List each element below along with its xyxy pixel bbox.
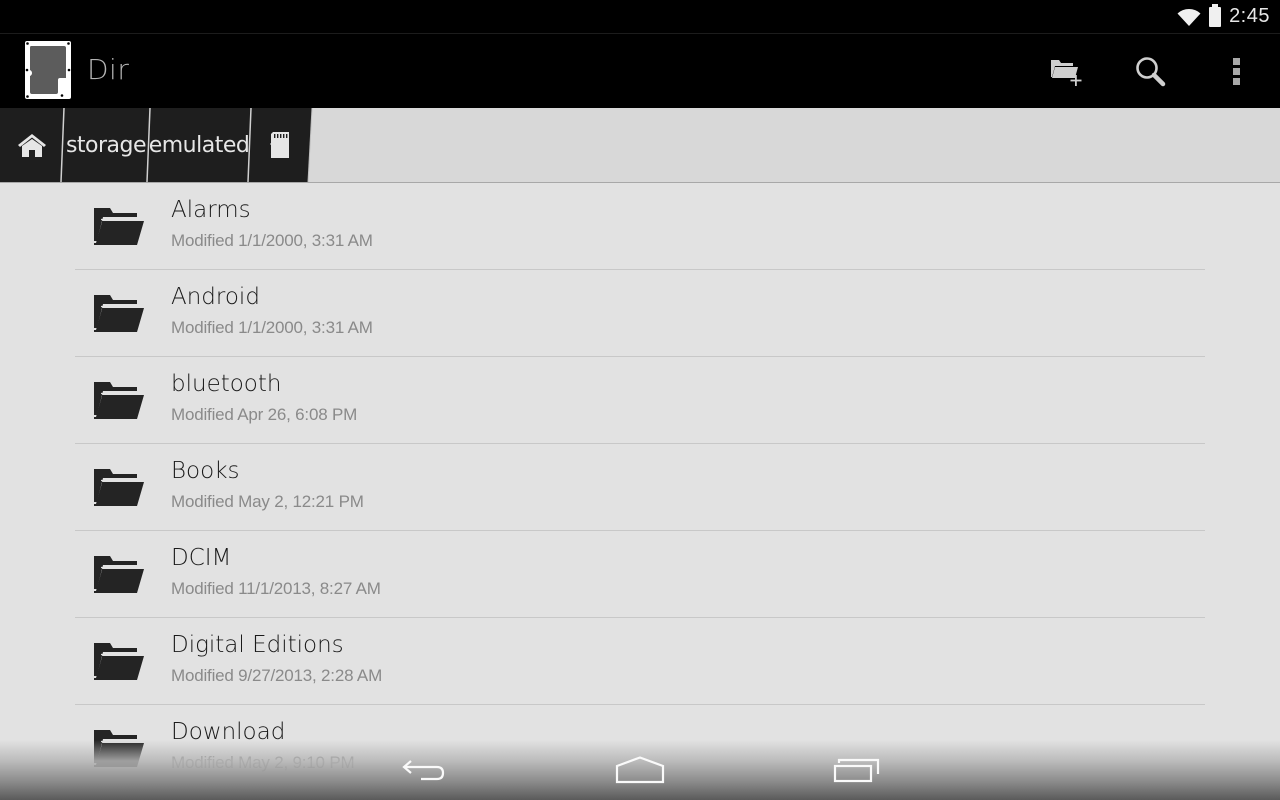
breadcrumb-emulated[interactable]: emulated <box>149 108 250 182</box>
more-vertical-icon <box>1233 58 1240 85</box>
search-icon <box>1136 57 1166 87</box>
breadcrumb-storage[interactable]: storage <box>66 108 147 182</box>
back-button[interactable] <box>384 750 464 790</box>
search-button[interactable] <box>1127 48 1175 96</box>
file-list: Alarms Modified 1/1/2000, 3:31 AM Android M… <box>75 183 1205 792</box>
sd-card-app-icon <box>25 41 71 99</box>
home-nav-icon <box>615 756 665 784</box>
file-name: Digital Editions <box>171 632 344 658</box>
file-name: Android <box>171 284 260 310</box>
clock: 2:45 <box>1229 5 1270 27</box>
file-modified-date: Modified 11/1/2013, 8:27 AM <box>171 579 381 598</box>
folder-icon <box>94 643 144 680</box>
navigation-bar <box>0 740 1280 800</box>
home-nav-button[interactable] <box>600 750 680 790</box>
status-bar: 2:45 <box>0 0 1280 34</box>
new-folder-button[interactable] <box>1043 48 1091 96</box>
folder-icon <box>94 295 144 332</box>
recents-icon <box>833 758 880 783</box>
breadcrumb: storage emulated <box>0 108 1280 183</box>
file-name: Alarms <box>171 197 251 223</box>
file-list-item[interactable]: bluetooth Modified Apr 26, 6:08 PM <box>75 357 1205 444</box>
file-list-item[interactable]: DCIM Modified 11/1/2013, 8:27 AM <box>75 531 1205 618</box>
file-modified-date: Modified 9/27/2013, 2:28 AM <box>171 666 383 685</box>
action-bar: Dir <box>0 34 1280 108</box>
file-modified-date: Modified May 2, 12:21 PM <box>171 492 364 511</box>
file-name: Books <box>171 458 240 484</box>
file-modified-date: Modified Apr 26, 6:08 PM <box>171 405 358 424</box>
file-list-item[interactable]: Alarms Modified 1/1/2000, 3:31 AM <box>75 183 1205 270</box>
wifi-icon <box>1177 8 1201 26</box>
breadcrumb-home[interactable] <box>8 108 56 182</box>
battery-icon <box>1209 3 1222 27</box>
file-list-item[interactable]: Android Modified 1/1/2000, 3:31 AM <box>75 270 1205 357</box>
folder-icon <box>94 556 144 593</box>
recents-button[interactable] <box>817 750 897 790</box>
folder-plus-icon <box>1051 60 1082 86</box>
file-name: DCIM <box>171 545 232 571</box>
file-name: bluetooth <box>171 371 282 397</box>
breadcrumb-sd-card[interactable] <box>256 108 304 182</box>
app-title: Dir <box>87 53 130 86</box>
file-list-item[interactable]: Digital Editions Modified 9/27/2013, 2:28… <box>75 618 1205 705</box>
folder-icon <box>94 382 144 419</box>
sd-card-icon <box>270 132 289 158</box>
file-modified-date: Modified 1/1/2000, 3:31 AM <box>171 231 373 250</box>
overflow-menu-button[interactable] <box>1213 48 1261 96</box>
back-icon <box>402 760 445 781</box>
file-list-item[interactable]: Books Modified May 2, 12:21 PM <box>75 444 1205 531</box>
folder-icon <box>94 469 144 506</box>
file-modified-date: Modified 1/1/2000, 3:31 AM <box>171 318 373 337</box>
folder-icon <box>94 208 144 245</box>
home-icon <box>18 134 46 157</box>
